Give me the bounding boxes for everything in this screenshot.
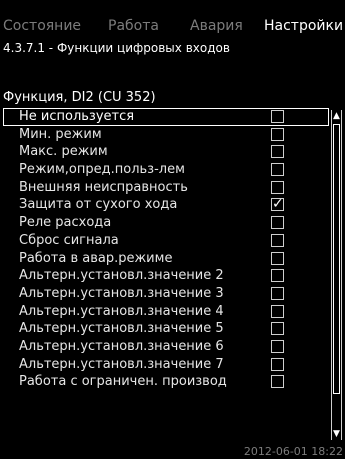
- option-row[interactable]: Работа с ограничен. производ: [3, 373, 329, 391]
- option-row[interactable]: Мин. режим: [3, 126, 329, 144]
- option-row[interactable]: Не используется: [3, 108, 329, 126]
- option-row[interactable]: Сброс сигнала: [3, 232, 329, 250]
- option-checkbox[interactable]: [271, 110, 284, 123]
- option-row[interactable]: Альтерн.установл.значение 7: [3, 356, 329, 374]
- option-row[interactable]: Внешняя неисправность: [3, 179, 329, 197]
- option-row[interactable]: Реле расхода: [3, 214, 329, 232]
- option-label: Не используется: [19, 109, 135, 124]
- option-checkbox[interactable]: [271, 375, 284, 389]
- option-label: Сброс сигнала: [19, 232, 119, 248]
- option-checkbox[interactable]: [271, 145, 284, 159]
- option-checkbox[interactable]: [271, 216, 284, 230]
- option-checkbox[interactable]: [271, 269, 284, 283]
- footer-timestamp: 2012-06-01 18:22: [243, 445, 343, 458]
- option-label: Альтерн.установл.значение 7: [19, 356, 224, 372]
- tab-status[interactable]: Состояние: [3, 18, 81, 34]
- option-row[interactable]: Макс. режим: [3, 143, 329, 161]
- tab-bar: Состояние Работа Авария Настройки: [0, 0, 345, 40]
- option-label: Режим,опред.польз-лем: [19, 162, 185, 178]
- option-checkbox[interactable]: [271, 339, 284, 353]
- option-checkbox[interactable]: [271, 127, 284, 141]
- tab-operation[interactable]: Работа: [108, 18, 159, 34]
- option-row[interactable]: Альтерн.установл.значение 3: [3, 285, 329, 303]
- option-row[interactable]: Альтерн.установл.значение 2: [3, 267, 329, 285]
- scroll-up-arrow-icon[interactable]: ▲: [332, 111, 341, 121]
- option-label: Альтерн.установл.значение 4: [19, 303, 224, 319]
- option-checkbox[interactable]: [271, 357, 284, 371]
- option-checkbox[interactable]: [271, 163, 284, 177]
- option-label: Работа в авар.режиме: [19, 250, 173, 266]
- option-label: Альтерн.установл.значение 5: [19, 321, 224, 337]
- tab-settings[interactable]: Настройки: [264, 18, 343, 34]
- scrollbar[interactable]: ▲ ▼: [331, 110, 342, 440]
- option-row[interactable]: Защита от сухого хода ✓: [3, 196, 329, 214]
- scroll-thumb[interactable]: [333, 124, 340, 394]
- option-label: Внешняя неисправность: [19, 179, 188, 195]
- option-row[interactable]: Альтерн.установл.значение 5: [3, 320, 329, 338]
- option-label: Реле расхода: [19, 215, 112, 231]
- function-options-list: Не используется Мин. режим Макс. режим Режи…: [3, 108, 329, 391]
- option-row[interactable]: Альтерн.установл.значение 6: [3, 338, 329, 356]
- option-checkbox[interactable]: [271, 251, 284, 265]
- screen-title: 4.3.7.1 - Функции цифровых входов: [3, 41, 230, 55]
- option-label: Работа с ограничен. производ: [19, 374, 227, 390]
- option-row[interactable]: Работа в авар.режиме: [3, 250, 329, 268]
- option-row[interactable]: Режим,опред.польз-лем: [3, 161, 329, 179]
- option-checkbox[interactable]: [271, 180, 284, 194]
- section-title: Функция, DI2 (CU 352): [3, 90, 156, 105]
- tab-alarm[interactable]: Авария: [190, 18, 243, 34]
- option-label: Защита от сухого хода: [19, 197, 178, 213]
- option-checkbox[interactable]: [271, 286, 284, 300]
- option-label: Альтерн.установл.значение 2: [19, 268, 224, 284]
- check-mark-icon: ✓: [272, 196, 284, 213]
- scroll-down-arrow-icon[interactable]: ▼: [332, 429, 341, 439]
- option-row[interactable]: Альтерн.установл.значение 4: [3, 303, 329, 321]
- option-checkbox[interactable]: [271, 322, 284, 336]
- option-label: Альтерн.установл.значение 6: [19, 338, 224, 354]
- option-checkbox[interactable]: [271, 233, 284, 247]
- option-checkbox[interactable]: [271, 304, 284, 318]
- option-label: Макс. режим: [19, 144, 108, 160]
- option-label: Мин. режим: [19, 126, 102, 142]
- option-label: Альтерн.установл.значение 3: [19, 285, 224, 301]
- option-checkbox[interactable]: ✓: [271, 196, 284, 213]
